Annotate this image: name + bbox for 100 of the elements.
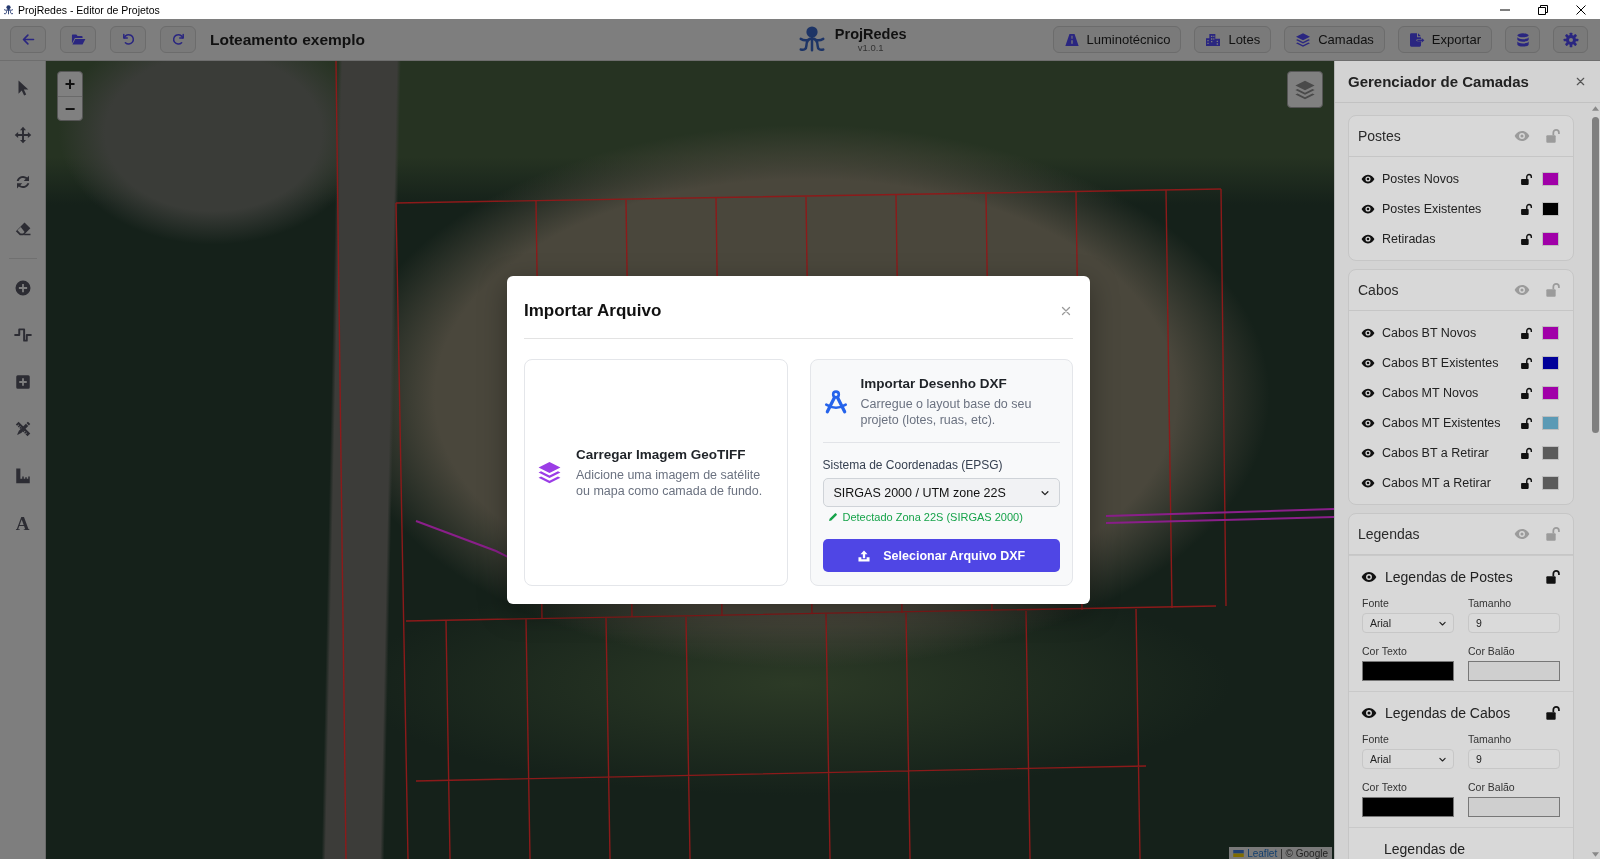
color-swatch[interactable] — [1542, 232, 1559, 246]
color-swatch[interactable] — [1542, 386, 1559, 400]
color-swatch[interactable] — [1542, 416, 1559, 430]
scroll-up-icon[interactable] — [1591, 106, 1599, 111]
buildings-icon — [1205, 31, 1222, 48]
database-icon — [1514, 31, 1531, 48]
unlock-icon[interactable] — [1520, 476, 1533, 490]
unlock-icon[interactable] — [1520, 446, 1533, 460]
group-title: Postes — [1358, 128, 1402, 144]
select-file-button[interactable]: Selecionar Arquivo DXF — [822, 539, 1060, 572]
scrollbar-thumb[interactable] — [1591, 117, 1599, 433]
export-button[interactable]: Exportar — [1397, 26, 1492, 53]
eye-icon[interactable] — [1361, 232, 1375, 246]
layer-name: Postes Existentes — [1382, 202, 1483, 216]
restore-icon — [1538, 4, 1548, 15]
flag-icon — [1233, 849, 1245, 857]
unlock-icon[interactable] — [1520, 326, 1533, 340]
option-title: Carregar Imagem GeoTIFF — [576, 446, 747, 463]
attribution-text: | © Google — [1280, 847, 1328, 859]
eye-icon[interactable] — [1361, 705, 1377, 721]
unlock-icon[interactable] — [1520, 386, 1533, 400]
eye-icon[interactable] — [1361, 476, 1375, 490]
text-tool-button[interactable]: A — [4, 505, 41, 541]
move-icon — [13, 126, 32, 144]
color-field[interactable] — [1362, 797, 1454, 817]
project-title: Loteamento exemplo — [210, 30, 366, 49]
eye-icon[interactable] — [1361, 416, 1375, 430]
ruler-icon — [13, 467, 32, 485]
eye-icon[interactable] — [1361, 446, 1375, 460]
unlock-icon[interactable] — [1520, 172, 1533, 186]
unlock-icon[interactable] — [1520, 356, 1533, 370]
color-field[interactable] — [1362, 661, 1454, 681]
color-swatch[interactable] — [1542, 326, 1559, 340]
settings-button[interactable] — [1553, 26, 1588, 53]
redo-button[interactable] — [160, 26, 196, 53]
window-title: ProjRedes - Editor de Projetos — [18, 3, 160, 16]
field-label: Tamanho — [1468, 597, 1513, 610]
app-logo-icon — [3, 3, 14, 16]
size-field[interactable]: 9 — [1468, 749, 1560, 769]
size-field[interactable]: 9 — [1468, 613, 1560, 633]
color-field[interactable] — [1468, 797, 1560, 817]
close-icon[interactable] — [1575, 76, 1586, 87]
eye-icon[interactable] — [1361, 172, 1375, 186]
color-swatch[interactable] — [1542, 356, 1559, 370]
zoom-in-button[interactable]: + — [58, 72, 82, 96]
app-version: v1.0.1 — [857, 42, 884, 52]
unlock-icon[interactable] — [1520, 416, 1533, 430]
layer-name: Retiradas — [1382, 232, 1437, 246]
option-title: Importar Desenho DXF — [860, 375, 1008, 392]
unlock-icon[interactable] — [1520, 202, 1533, 216]
field-label: Fonte — [1362, 733, 1390, 746]
field-label: Cor Balão — [1468, 645, 1516, 658]
group-title: Cabos — [1358, 282, 1400, 298]
eye-icon[interactable] — [1361, 356, 1375, 370]
close-icon — [1576, 4, 1586, 15]
detected-zone-text: Detectado Zona 22S (SIRGAS 2000) — [842, 510, 1023, 524]
layers-icon — [1294, 78, 1316, 101]
color-swatch[interactable] — [1542, 172, 1559, 186]
color-swatch[interactable] — [1542, 202, 1559, 216]
step-line-icon — [13, 326, 32, 344]
eye-icon[interactable] — [1361, 569, 1377, 585]
color-swatch[interactable] — [1542, 446, 1559, 460]
eye-icon[interactable] — [1361, 326, 1375, 340]
open-button[interactable] — [60, 26, 96, 53]
pencil-ruler-icon — [13, 420, 32, 438]
geotiff-option-card[interactable]: Carregar Imagem GeoTIFF Adicione uma imagem de satélite ou mapa como camada de fundo. — [524, 359, 788, 586]
scroll-down-icon[interactable] — [1591, 852, 1599, 857]
crs-select[interactable]: SIRGAS 2000 / UTM zone 22S — [822, 478, 1060, 507]
back-button[interactable] — [10, 26, 46, 53]
field-label: Cor Texto — [1362, 645, 1408, 658]
undo-button[interactable] — [110, 26, 146, 53]
close-icon[interactable] — [1060, 304, 1072, 317]
font-select[interactable]: Arial — [1362, 749, 1454, 769]
undo-icon — [120, 32, 136, 47]
unlock-icon[interactable] — [1545, 705, 1561, 721]
layers-button[interactable]: Camadas — [1284, 26, 1385, 53]
color-swatch[interactable] — [1542, 476, 1559, 490]
font-select[interactable]: Arial — [1362, 613, 1454, 633]
map-layers-button[interactable] — [1287, 71, 1323, 108]
layers-icon — [537, 460, 562, 485]
pencil-icon — [827, 512, 838, 522]
lots-button[interactable]: Lotes — [1194, 26, 1272, 53]
field-label: Fonte — [1362, 597, 1390, 610]
eye-icon[interactable] — [1361, 386, 1375, 400]
database-button[interactable] — [1505, 26, 1540, 53]
unlock-icon[interactable] — [1545, 569, 1561, 585]
lighting-button[interactable]: Luminotécnico — [1052, 26, 1182, 53]
layers-icon — [1295, 31, 1312, 48]
folder-icon — [70, 32, 86, 47]
color-field[interactable] — [1468, 661, 1560, 681]
redo-icon — [170, 32, 186, 47]
field-label: Cor Texto — [1362, 781, 1408, 794]
zoom-out-button[interactable]: − — [58, 96, 82, 120]
app-name: ProjRedes — [834, 27, 907, 42]
eye-icon[interactable] — [1361, 202, 1375, 216]
leaflet-link[interactable]: Leaflet — [1247, 847, 1278, 859]
unlock-icon[interactable] — [1520, 232, 1533, 246]
option-description: Adicione uma imagem de satélite ou mapa como camada de fundo. — [576, 467, 764, 499]
group-title: Legendas — [1358, 526, 1421, 542]
layer-name: Cabos MT a Retirar — [1382, 476, 1492, 490]
